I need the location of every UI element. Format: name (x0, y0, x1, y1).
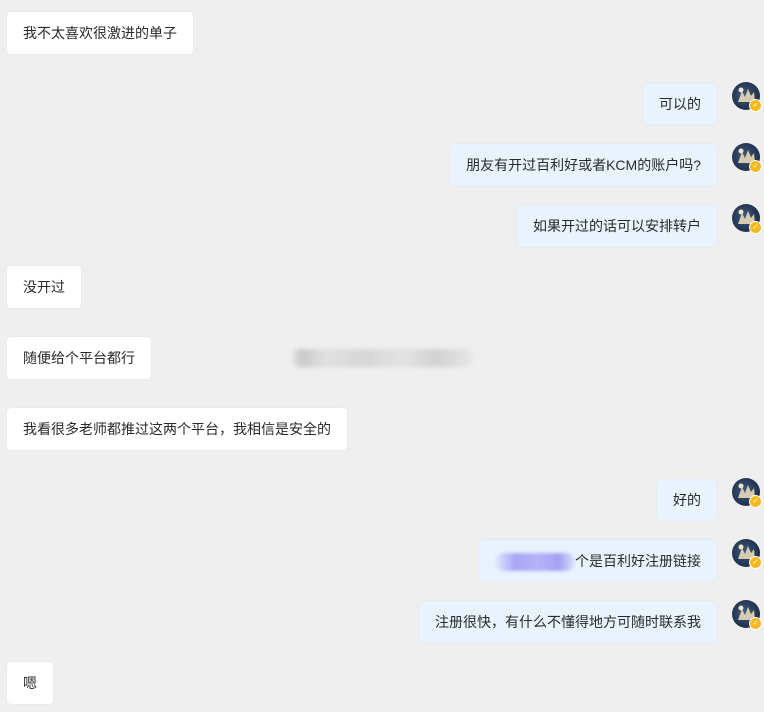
redacted-content (290, 349, 474, 367)
avatar[interactable]: ✓ (732, 143, 762, 173)
message-text: 个是百利好注册链接 (575, 553, 701, 569)
vip-badge-icon: ✓ (749, 495, 762, 508)
message-incoming[interactable]: 随便给个平台都行 (7, 337, 151, 379)
redacted-link (495, 553, 575, 572)
message-incoming[interactable]: 我看很多老师都推过这两个平台，我相信是安全的 (7, 408, 347, 450)
message-incoming[interactable]: 嗯 (7, 662, 53, 704)
vip-badge-icon: ✓ (749, 160, 762, 173)
avatar[interactable]: ✓ (732, 539, 762, 569)
message-outgoing[interactable]: 如果开过的话可以安排转户 (517, 205, 717, 247)
chat-window: 我不太喜欢很激进的单子 可以的 ✓ 朋友有开过百利好或者KCM的账户吗? ✓ 如… (0, 0, 764, 712)
vip-badge-icon: ✓ (749, 556, 762, 569)
message-incoming[interactable]: 没开过 (7, 266, 81, 308)
message-incoming[interactable]: 我不太喜欢很激进的单子 (7, 12, 193, 54)
vip-badge-icon: ✓ (749, 99, 762, 112)
avatar[interactable]: ✓ (732, 82, 762, 112)
avatar[interactable]: ✓ (732, 204, 762, 234)
message-outgoing[interactable]: 注册很快，有什么不懂得地方可随时联系我 (419, 601, 717, 643)
message-outgoing[interactable]: 好的 (657, 479, 717, 521)
message-outgoing[interactable]: 可以的 (643, 83, 717, 125)
message-outgoing-link[interactable]: 个是百利好注册链接 (479, 540, 717, 582)
message-outgoing[interactable]: 朋友有开过百利好或者KCM的账户吗? (450, 144, 717, 186)
vip-badge-icon: ✓ (749, 221, 762, 234)
vip-badge-icon: ✓ (749, 617, 762, 630)
avatar[interactable]: ✓ (732, 600, 762, 630)
avatar[interactable]: ✓ (732, 478, 762, 508)
